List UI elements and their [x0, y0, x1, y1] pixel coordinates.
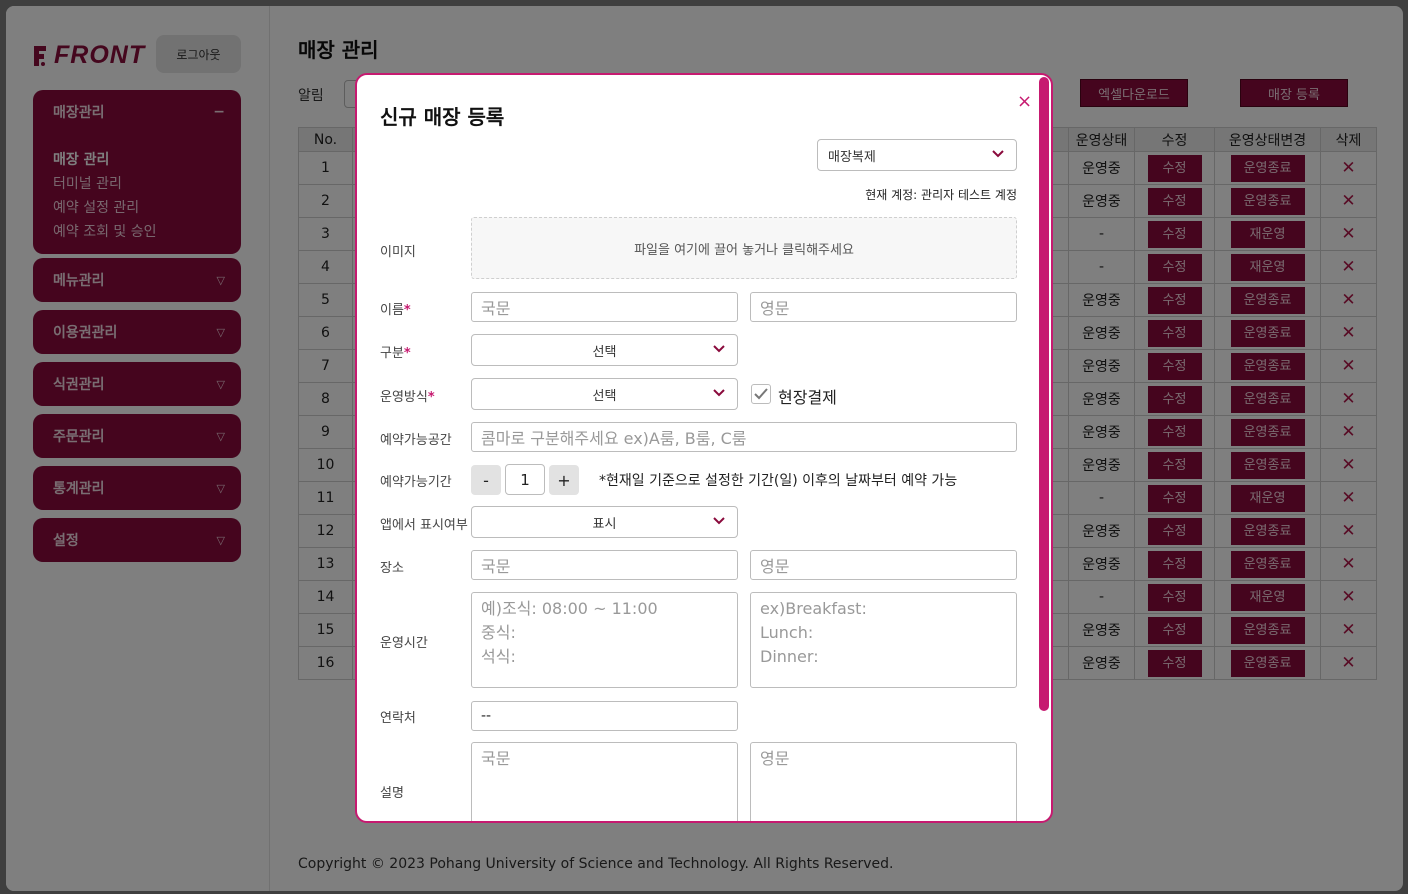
label-app-display: 앱에서 표시여부 — [380, 518, 468, 533]
check-icon — [754, 388, 768, 400]
onsite-payment-label: 현장결제 — [778, 388, 837, 407]
contact-input[interactable]: -- — [471, 701, 738, 731]
app-display-select[interactable]: 표시 — [471, 506, 738, 538]
placeholder-line: Lunch: — [760, 623, 814, 642]
chevron-down-icon — [992, 150, 1004, 158]
period-increment-button[interactable]: + — [549, 465, 579, 495]
name-en-input[interactable]: 영문 — [750, 292, 1017, 322]
period-value-input[interactable]: 1 — [505, 464, 545, 495]
placeholder-line: Dinner: — [760, 647, 819, 666]
operation-select-value: 선택 — [592, 388, 617, 404]
period-note: *현재일 기준으로 설정한 기간(일) 이후의 날짜부터 예약 가능 — [599, 473, 958, 489]
placeholder-line: 석식: — [481, 647, 516, 666]
place-ko-input[interactable]: 국문 — [471, 550, 738, 580]
label-name: 이름* — [380, 303, 411, 318]
chevron-down-icon — [713, 345, 725, 353]
placeholder-line: ex)Breakfast: — [760, 599, 867, 618]
placeholder-line: 중식: — [481, 623, 516, 642]
current-account: 현재 계정: 관리자 테스트 계정 — [865, 188, 1017, 202]
operation-select[interactable]: 선택 — [471, 378, 738, 410]
description-ko-textarea[interactable]: 국문 — [471, 742, 738, 821]
chevron-down-icon — [713, 389, 725, 397]
onsite-payment-checkbox[interactable] — [751, 384, 771, 404]
label-hours: 운영시간 — [380, 636, 428, 651]
close-icon[interactable]: × — [1017, 91, 1032, 112]
category-select-value: 선택 — [592, 344, 617, 360]
label-space: 예약가능공간 — [380, 433, 452, 448]
modal-title: 신규 매장 등록 — [380, 105, 505, 129]
label-place: 장소 — [380, 561, 404, 576]
chevron-down-icon — [713, 517, 725, 525]
image-dropzone[interactable]: 파일을 여기에 끌어 놓거나 클릭해주세요 — [471, 217, 1017, 279]
modal-scrollbar[interactable] — [1039, 77, 1049, 711]
label-image: 이미지 — [380, 245, 416, 260]
space-input[interactable]: 콤마로 구분해주세요 ex)A룸, B룸, C룸 — [471, 422, 1017, 452]
period-decrement-button[interactable]: - — [471, 465, 501, 495]
description-en-textarea[interactable]: 영문 — [750, 742, 1017, 821]
name-ko-input[interactable]: 국문 — [471, 292, 738, 322]
label-contact: 연락처 — [380, 711, 416, 726]
hours-ko-textarea[interactable]: 예)조식: 08:00 ~ 11:00 중식: 석식: — [471, 592, 738, 688]
placeholder-line: 예)조식: 08:00 ~ 11:00 — [481, 599, 658, 618]
label-period: 예약가능기간 — [380, 475, 452, 490]
store-copy-select[interactable]: 매장복제 — [817, 139, 1017, 171]
category-select[interactable]: 선택 — [471, 334, 738, 366]
store-copy-select-value: 매장복제 — [828, 149, 876, 165]
hours-en-textarea[interactable]: ex)Breakfast: Lunch: Dinner: — [750, 592, 1017, 688]
label-operation: 운영방식* — [380, 390, 435, 405]
label-description: 설명 — [380, 786, 404, 801]
place-en-input[interactable]: 영문 — [750, 550, 1017, 580]
label-category: 구분* — [380, 346, 411, 361]
app-display-select-value: 표시 — [592, 516, 617, 532]
new-store-modal: 신규 매장 등록 × 매장복제 현재 계정: 관리자 테스트 계정 이미지 파일… — [355, 73, 1053, 823]
